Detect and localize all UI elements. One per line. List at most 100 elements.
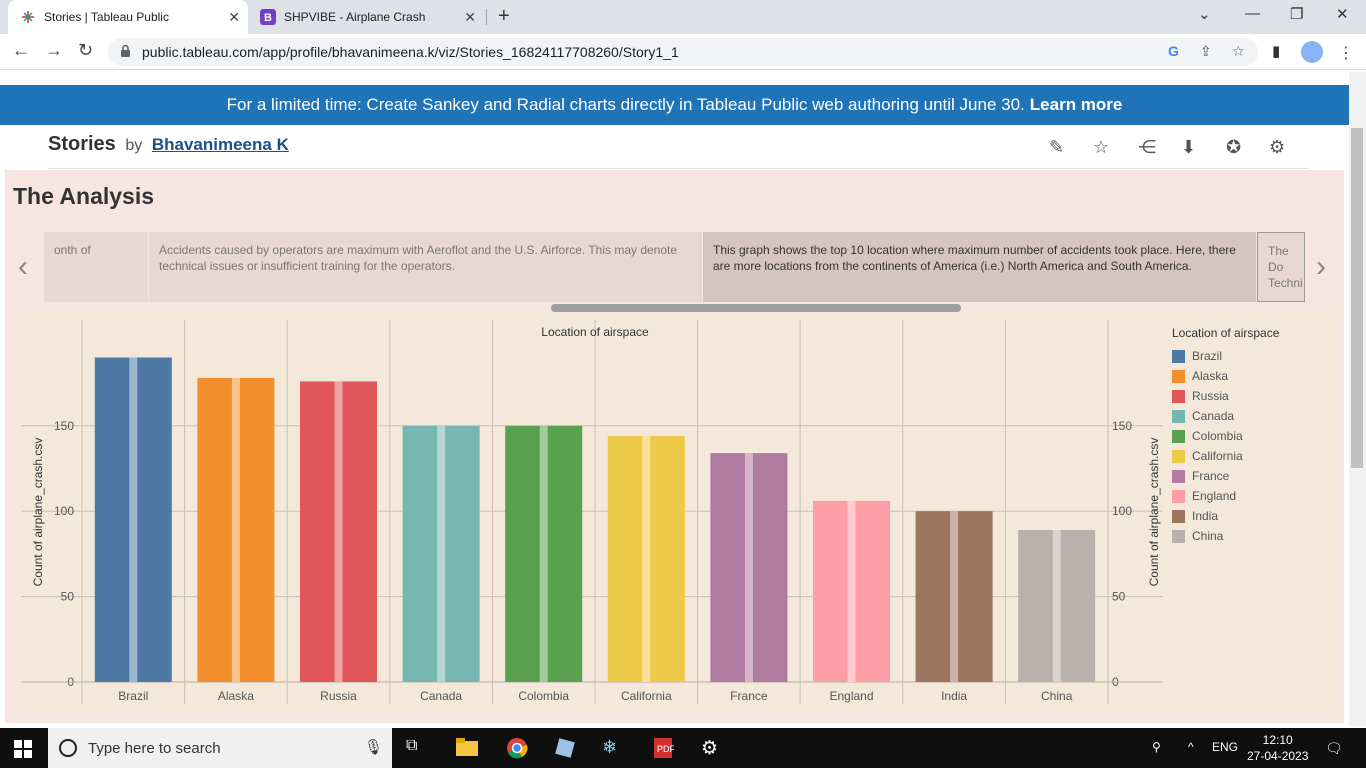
legend-label: France	[1192, 469, 1230, 483]
settings-gear-icon[interactable]: ⚙	[1269, 137, 1285, 158]
share-icon[interactable]: ⇪	[1200, 43, 1212, 60]
legend-swatch	[1172, 369, 1185, 383]
legend-swatch	[1172, 509, 1185, 523]
x-tick-label: China	[1041, 689, 1073, 703]
legend-label: Canada	[1192, 409, 1235, 423]
x-tick-label: California	[621, 689, 672, 703]
y-tick-label-right: 150	[1112, 419, 1132, 433]
page-scrollbar-thumb[interactable]	[1351, 128, 1363, 468]
chart-title: Location of airspace	[541, 325, 649, 339]
legend-item[interactable]: India	[1172, 506, 1279, 526]
close-tab-icon[interactable]: ✕	[464, 9, 476, 26]
y-tick-label-right: 100	[1112, 504, 1132, 518]
pdf-reader-icon[interactable]: PDF	[652, 737, 676, 759]
favorite-star-icon[interactable]: ☆	[1093, 137, 1109, 158]
legend-label: Colombia	[1192, 429, 1243, 443]
previous-point-chevron-icon[interactable]: ‹	[18, 250, 28, 284]
bar-inner-stripe	[437, 425, 446, 682]
legend-swatch	[1172, 429, 1185, 443]
story-point-1[interactable]: onth of	[44, 232, 148, 302]
close-tab-icon[interactable]: ✕	[228, 9, 240, 26]
legend-item[interactable]: Colombia	[1172, 426, 1279, 446]
app-icon[interactable]	[554, 737, 576, 759]
maximize-icon[interactable]: ❐	[1290, 5, 1303, 23]
close-window-icon[interactable]: ✕	[1336, 5, 1349, 23]
settings-icon[interactable]: ⚙	[701, 737, 723, 759]
show-hidden-icons-chevron[interactable]: ^	[1188, 740, 1194, 754]
language-indicator[interactable]: ENG	[1212, 740, 1238, 754]
people-icon[interactable]: ⚲	[1152, 740, 1161, 754]
clock-date: 27-04-2023	[1247, 749, 1309, 763]
chrome-icon[interactable]	[506, 737, 528, 759]
svg-text:PDF: PDF	[657, 744, 674, 754]
microphone-icon[interactable]: 🎙	[364, 738, 383, 756]
learn-more-link[interactable]: Learn more	[1030, 95, 1123, 115]
legend-swatch	[1172, 529, 1185, 543]
tab-shpvibe[interactable]: B SHPVIBE - Airplane Crash ✕	[248, 0, 484, 34]
windows-start-icon[interactable]	[14, 740, 32, 763]
back-icon[interactable]: ←	[12, 40, 30, 61]
legend-item[interactable]: England	[1172, 486, 1279, 506]
chart-legend: Location of airspace Brazil Alaska Russia C…	[1172, 326, 1279, 546]
legend-item[interactable]: Brazil	[1172, 346, 1279, 366]
legend-swatch	[1172, 469, 1185, 483]
share-network-icon[interactable]: ⋲	[1138, 137, 1156, 158]
story-point-4[interactable]: The Do Techni	[1257, 232, 1305, 302]
bar-inner-stripe	[129, 357, 138, 682]
side-panel-icon[interactable]: ▮	[1272, 42, 1280, 60]
tab-search-chevron-icon[interactable]: ⌄	[1198, 5, 1211, 23]
x-tick-label: France	[730, 689, 768, 703]
x-tick-label: Brazil	[118, 689, 148, 703]
legend-label: Russia	[1192, 389, 1229, 403]
next-point-chevron-icon[interactable]: ›	[1316, 250, 1326, 284]
bar-inner-stripe	[744, 453, 753, 682]
taskbar-search-box[interactable]: Type here to search 🎙	[48, 728, 392, 768]
story-point-text: Accidents caused by operators are maximu…	[159, 243, 678, 273]
legend-label: Brazil	[1192, 349, 1223, 363]
tab-title: SHPVIBE - Airplane Crash	[284, 10, 426, 24]
author-link[interactable]: Bhavanimeena K	[152, 135, 289, 154]
notifications-icon[interactable]: 🗨	[1325, 740, 1343, 757]
x-tick-label: Colombia	[518, 689, 569, 703]
story-nav-scrollbar[interactable]	[551, 304, 961, 312]
story-title: The Analysis	[13, 183, 155, 209]
google-icon[interactable]: G	[1168, 43, 1179, 59]
bookmark-star-icon[interactable]: ☆	[1232, 43, 1245, 60]
badge-icon[interactable]: ✪	[1226, 137, 1241, 158]
snowflake-app-icon[interactable]: ❄	[602, 737, 624, 759]
legend-item[interactable]: California	[1172, 446, 1279, 466]
file-explorer-icon[interactable]	[456, 737, 478, 759]
legend-item[interactable]: France	[1172, 466, 1279, 486]
legend-label: California	[1192, 449, 1243, 463]
reload-icon[interactable]: ↻	[78, 40, 93, 61]
address-bar[interactable]: public.tableau.com/app/profile/bhavanime…	[108, 38, 1258, 66]
legend-swatch	[1172, 449, 1185, 463]
legend-swatch	[1172, 409, 1185, 423]
legend-item[interactable]: China	[1172, 526, 1279, 546]
story-point-text: onth of	[54, 243, 91, 257]
taskbar-clock[interactable]: 12:10 27-04-2023	[1247, 732, 1308, 764]
legend-item[interactable]: Alaska	[1172, 366, 1279, 386]
forward-icon[interactable]: →	[45, 40, 63, 61]
windows-taskbar: Type here to search 🎙 ⧉ ❄ PDF ⚙ ⚲ ^ ENG …	[0, 728, 1366, 768]
y-axis-label: Count of airplane_crash.csv	[31, 438, 45, 587]
menu-kebab-icon[interactable]: ⋮	[1338, 43, 1354, 63]
tab-tableau-stories[interactable]: Stories | Tableau Public ✕	[8, 0, 248, 34]
bar-inner-stripe	[950, 511, 959, 682]
bar-inner-stripe	[539, 425, 548, 682]
bar-inner-stripe	[1052, 529, 1061, 682]
story-point-2[interactable]: Accidents caused by operators are maximu…	[149, 232, 702, 302]
edit-icon[interactable]: ✎	[1049, 137, 1064, 158]
bootstrap-favicon-icon: B	[260, 9, 276, 25]
profile-avatar[interactable]	[1301, 41, 1323, 63]
task-view-icon[interactable]: ⧉	[406, 737, 428, 759]
legend-item[interactable]: Canada	[1172, 406, 1279, 426]
minimize-icon[interactable]: —	[1245, 5, 1260, 22]
search-placeholder: Type here to search	[88, 740, 221, 757]
download-icon[interactable]: ⬇	[1181, 137, 1196, 158]
legend-label: Alaska	[1192, 369, 1229, 383]
page-scrollbar[interactable]	[1349, 72, 1366, 726]
new-tab-icon[interactable]: +	[498, 5, 510, 28]
legend-item[interactable]: Russia	[1172, 386, 1279, 406]
story-point-3-selected[interactable]: This graph shows the top 10 location whe…	[703, 232, 1256, 302]
